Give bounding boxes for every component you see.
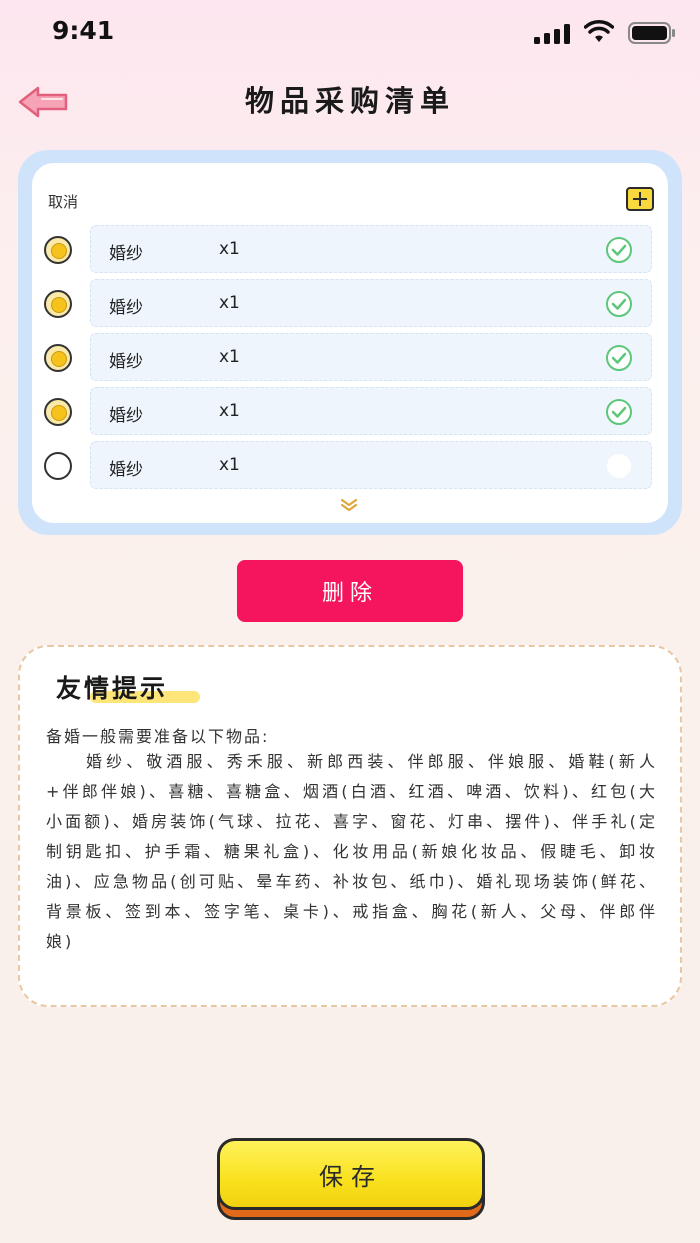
item-box[interactable]: 婚纱 x1 xyxy=(90,333,652,381)
item-select-radio[interactable] xyxy=(44,344,72,372)
item-quantity: x1 xyxy=(219,347,240,367)
item-name: 婚纱 xyxy=(109,244,143,264)
item-box[interactable]: 婚纱 x1 xyxy=(90,441,652,489)
list-item: 婚纱 x1 xyxy=(32,333,668,381)
check-circle-icon[interactable] xyxy=(605,344,633,372)
battery-icon xyxy=(628,22,675,44)
empty-circle-icon[interactable] xyxy=(605,452,633,480)
check-circle-icon[interactable] xyxy=(605,236,633,264)
item-select-radio[interactable] xyxy=(44,236,72,264)
tips-card: 友情提示 备婚一般需要准备以下物品: 婚纱、敬酒服、秀禾服、新郎西装、伴郎服、伴… xyxy=(18,645,682,1007)
check-circle-icon[interactable] xyxy=(605,290,633,318)
page-title: 物品采购清单 xyxy=(244,84,455,118)
list-item: 婚纱 x1 xyxy=(32,279,668,327)
item-box[interactable]: 婚纱 x1 xyxy=(90,279,652,327)
status-bar: 9:41 xyxy=(0,0,700,64)
list-item: 婚纱 x1 xyxy=(32,225,668,273)
delete-button[interactable]: 删除 xyxy=(237,560,463,622)
item-select-radio[interactable] xyxy=(44,290,72,318)
item-name: 婚纱 xyxy=(109,298,143,318)
item-quantity: x1 xyxy=(219,239,240,259)
item-box[interactable]: 婚纱 x1 xyxy=(90,387,652,435)
add-item-button[interactable] xyxy=(626,187,654,211)
purchase-list-frame: 取消 婚纱 x1 婚纱 x1 婚纱 x1 婚纱 x1 婚纱 x1 xyxy=(18,150,682,535)
item-select-radio[interactable] xyxy=(44,398,72,426)
wifi-icon xyxy=(584,20,614,42)
save-button[interactable]: 保存 xyxy=(217,1138,485,1210)
item-name: 婚纱 xyxy=(109,406,143,426)
item-name: 婚纱 xyxy=(109,352,143,372)
list-item: 婚纱 x1 xyxy=(32,441,668,489)
signal-icon xyxy=(534,24,570,44)
tips-intro: 备婚一般需要准备以下物品: xyxy=(46,727,270,746)
list-item: 婚纱 x1 xyxy=(32,387,668,435)
chevron-double-down-icon[interactable] xyxy=(338,497,360,513)
item-name: 婚纱 xyxy=(109,460,143,480)
check-circle-icon[interactable] xyxy=(605,398,633,426)
item-select-radio[interactable] xyxy=(44,452,72,480)
purchase-list-card: 取消 婚纱 x1 婚纱 x1 婚纱 x1 婚纱 x1 婚纱 x1 xyxy=(32,163,668,523)
status-time: 9:41 xyxy=(52,16,115,45)
tips-body: 婚纱、敬酒服、秀禾服、新郎西装、伴郎服、伴娘服、婚鞋(新人+伴郎伴娘)、喜糖、喜… xyxy=(46,752,658,951)
item-quantity: x1 xyxy=(219,293,240,313)
tips-title: 友情提示 xyxy=(56,674,169,703)
item-quantity: x1 xyxy=(219,401,240,421)
cancel-button[interactable]: 取消 xyxy=(48,191,78,212)
item-box[interactable]: 婚纱 x1 xyxy=(90,225,652,273)
item-quantity: x1 xyxy=(219,455,240,475)
